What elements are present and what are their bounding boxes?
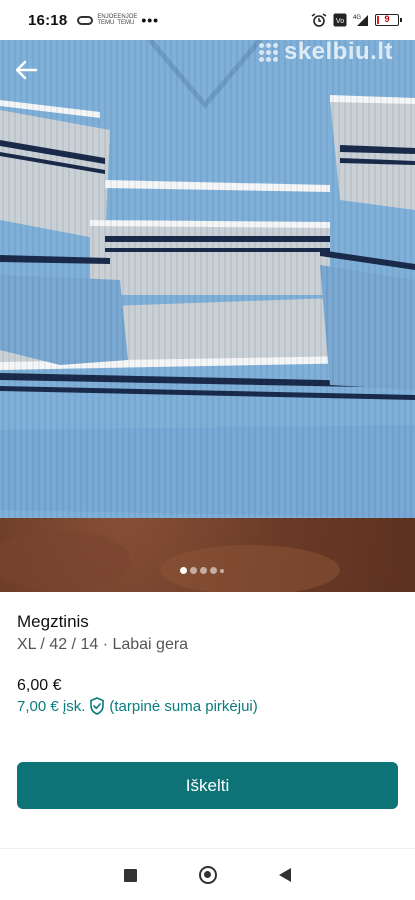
home-icon[interactable] bbox=[199, 866, 217, 884]
sweater-image bbox=[0, 40, 415, 592]
pager-dot[interactable] bbox=[190, 567, 197, 574]
more-notifications-icon: ••• bbox=[141, 12, 160, 28]
battery-icon: 9 bbox=[375, 14, 402, 26]
status-bar: 16:18 ENJOE TEMU ENJOE TEMU ••• Vo 4G 9 bbox=[0, 0, 415, 40]
system-nav-bar bbox=[0, 850, 415, 900]
status-left: 16:18 ENJOE TEMU ENJOE TEMU ••• bbox=[28, 12, 159, 29]
link-icon bbox=[77, 15, 94, 25]
watermark-dots-icon bbox=[258, 42, 278, 62]
price-incl-note: (tarpinė suma pirkėjui) bbox=[109, 697, 258, 715]
status-time: 16:18 bbox=[28, 11, 68, 29]
nav-divider bbox=[0, 848, 415, 849]
listing-price: 6,00 € bbox=[17, 677, 62, 694]
promote-button[interactable]: Iškelti bbox=[17, 762, 398, 809]
svg-text:Vo: Vo bbox=[336, 18, 344, 25]
listing-title: Megztinis bbox=[17, 612, 89, 631]
back-arrow-icon[interactable] bbox=[12, 56, 40, 84]
battery-fill bbox=[377, 16, 379, 24]
listing-subtitle: XL / 42 / 14 · Labai gera bbox=[17, 636, 189, 653]
watermark-logo: skelbiu.lt bbox=[258, 40, 393, 66]
network-label: 4G bbox=[353, 15, 361, 21]
notification-mini-label: ENJOE TEMU bbox=[117, 14, 138, 26]
notification-mini-label: ENJOE TEMU bbox=[97, 14, 118, 26]
pager-dot-active[interactable] bbox=[180, 567, 187, 574]
pager-dot[interactable] bbox=[200, 567, 207, 574]
listing-photo[interactable]: skelbiu.lt bbox=[0, 40, 415, 592]
back-icon[interactable] bbox=[279, 868, 291, 882]
watermark-text: skelbiu.lt bbox=[283, 40, 393, 65]
volte-icon: Vo bbox=[333, 13, 347, 27]
photo-pager[interactable] bbox=[180, 567, 224, 574]
signal-icon: 4G bbox=[353, 15, 368, 26]
recent-apps-icon[interactable] bbox=[124, 868, 137, 882]
battery-level: 9 bbox=[384, 14, 390, 24]
alarm-icon bbox=[311, 13, 327, 27]
price-including-fee[interactable]: 7,00 € įsk. (tarpinė suma pirkėjui) bbox=[17, 697, 258, 715]
price-incl-amount: 7,00 € įsk. bbox=[17, 697, 86, 715]
status-right: Vo 4G 9 bbox=[311, 13, 402, 27]
shield-check-icon bbox=[90, 697, 105, 715]
status-notification-icons: ENJOE TEMU ENJOE TEMU ••• bbox=[77, 12, 159, 28]
pager-dot[interactable] bbox=[210, 567, 217, 574]
pager-dot[interactable] bbox=[220, 568, 224, 573]
